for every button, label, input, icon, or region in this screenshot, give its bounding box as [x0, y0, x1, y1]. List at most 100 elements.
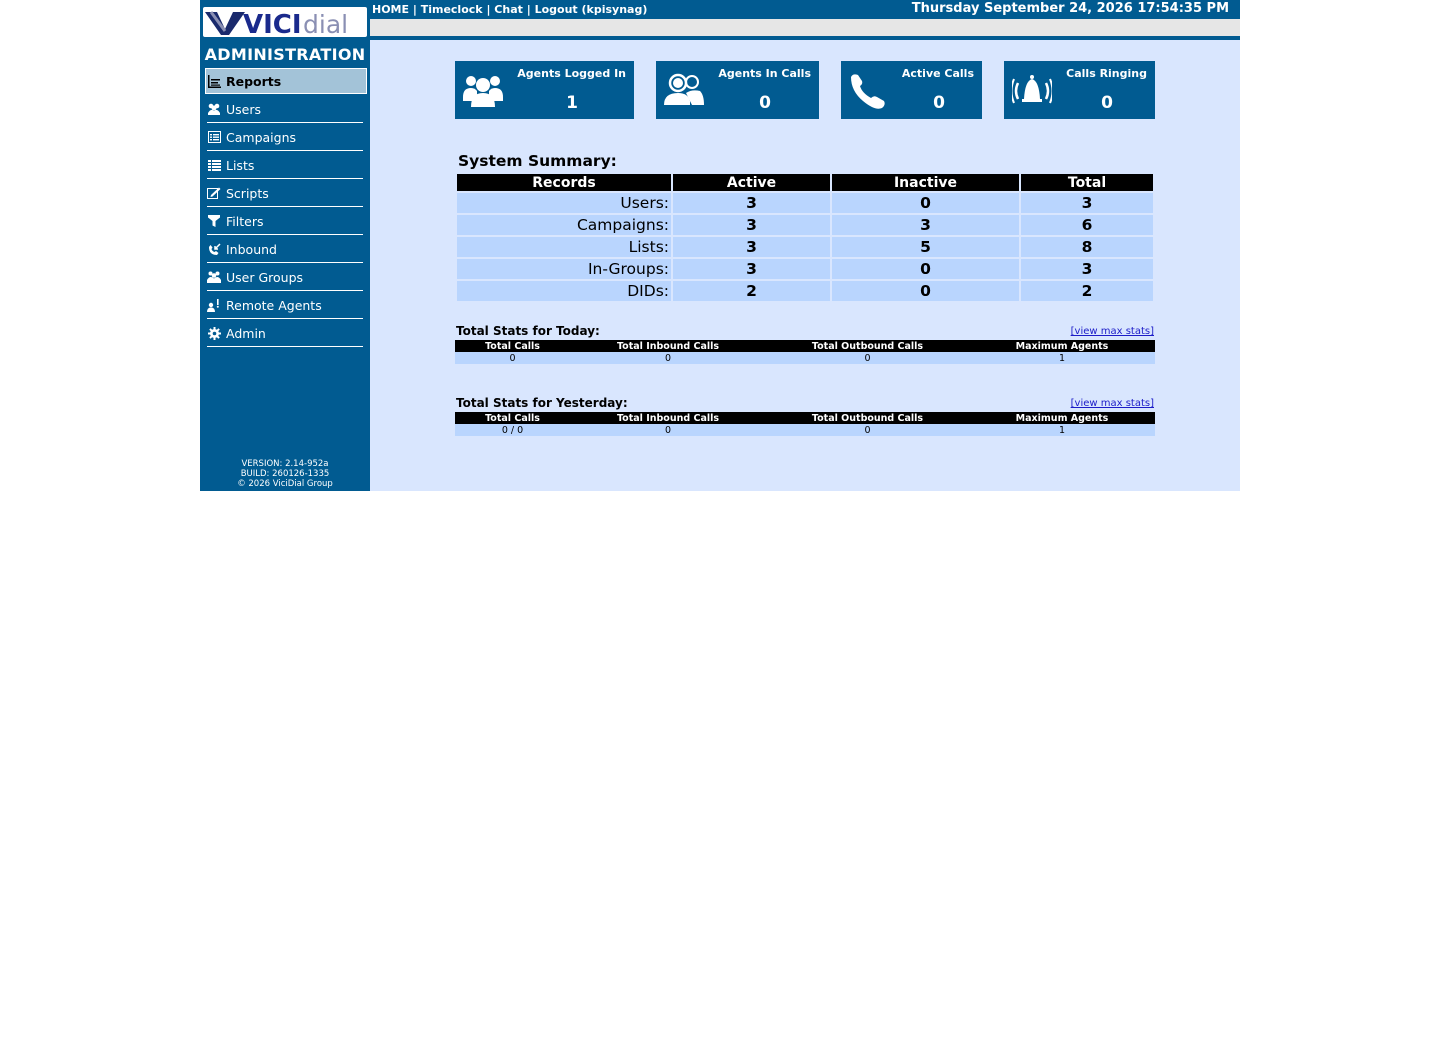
table-header-row: Records Active Inactive Total — [457, 174, 1153, 191]
inactive-count: 0 — [832, 259, 1019, 279]
total-count: 6 — [1021, 215, 1153, 235]
table-row: 0 0 0 1 — [455, 352, 1155, 364]
sidebar-item-remote-agents[interactable]: Remote Agents — [207, 292, 363, 319]
sidebar-item-lists[interactable]: Lists — [207, 152, 363, 179]
ringing-bell-icon — [1010, 73, 1054, 111]
column-header: Total — [1021, 174, 1153, 191]
total-calls-value: 0 / 0 — [455, 424, 570, 436]
stat-label: Agents Logged In — [517, 67, 626, 80]
total-calls-value: 0 — [455, 352, 570, 364]
vicidial-logo[interactable]: VICI dial — [203, 7, 367, 37]
stat-label: Agents In Calls — [718, 67, 811, 80]
sidebar-item-label: Campaigns — [226, 129, 297, 145]
column-header: Total Outbound Calls — [766, 412, 969, 424]
column-header: Maximum Agents — [969, 340, 1155, 352]
outbound-calls-value: 0 — [766, 424, 969, 436]
active-count: 2 — [673, 281, 830, 301]
sidebar-item-label: User Groups — [226, 269, 304, 285]
chat-link[interactable]: Chat — [494, 3, 523, 16]
total-count: 3 — [1021, 193, 1153, 213]
remote-agents-icon — [207, 298, 221, 312]
sidebar-item-label: Reports — [226, 73, 282, 89]
yesterday-stats-title: Total Stats for Yesterday: — [456, 396, 628, 410]
inbound-calls-value: 0 — [570, 424, 766, 436]
column-header: Total Calls — [455, 340, 570, 352]
active-count: 3 — [673, 237, 830, 257]
version-info: VERSION: 2.14-952a BUILD: 260126-1335 © … — [200, 459, 370, 489]
active-count: 3 — [673, 259, 830, 279]
agents-in-calls-box[interactable]: Agents In Calls 0 — [656, 61, 819, 119]
home-link[interactable]: HOME — [372, 3, 409, 16]
yesterday-view-max-stats-link[interactable]: [view max stats] — [1071, 398, 1154, 409]
sidebar-item-scripts[interactable]: Scripts — [207, 180, 363, 207]
gear-icon — [207, 326, 221, 340]
inactive-count: 0 — [832, 193, 1019, 213]
table-row: DIDs: 2 0 2 — [457, 281, 1153, 301]
inactive-count: 0 — [832, 281, 1019, 301]
logout-link[interactable]: Logout (kpisynag) — [535, 3, 648, 16]
sidebar: VICI dial ADMINISTRATION Reports Users C… — [200, 0, 370, 491]
active-count: 3 — [673, 193, 830, 213]
top-links: HOME | Timeclock | Chat | Logout (kpisyn… — [372, 3, 647, 16]
admin-page: VICI dial ADMINISTRATION Reports Users C… — [200, 0, 1240, 491]
divider — [370, 36, 1240, 40]
sidebar-item-label: Admin — [226, 325, 266, 341]
table-row: Lists: 3 5 8 — [457, 237, 1153, 257]
logo-text-dial: dial — [303, 10, 348, 37]
stat-value: 0 — [933, 93, 945, 113]
table-row: Users: 3 0 3 — [457, 193, 1153, 213]
table-row: 0 / 0 0 0 1 — [455, 424, 1155, 436]
phone-icon — [849, 73, 889, 113]
today-stats-title: Total Stats for Today: — [456, 324, 600, 338]
sidebar-item-user-groups[interactable]: User Groups — [207, 264, 363, 291]
stat-value: 1 — [566, 93, 578, 113]
lists-icon — [207, 158, 221, 172]
agents-logged-in-box[interactable]: Agents Logged In 1 — [455, 61, 634, 119]
column-header: Records — [457, 174, 671, 191]
sidebar-item-filters[interactable]: Filters — [207, 208, 363, 235]
total-count: 2 — [1021, 281, 1153, 301]
inactive-count: 3 — [832, 215, 1019, 235]
timeclock-link[interactable]: Timeclock — [421, 3, 483, 16]
record-name[interactable]: DIDs: — [457, 281, 671, 301]
inbound-icon — [207, 242, 221, 256]
agents-headset-icon — [664, 73, 704, 111]
link-separator: | — [522, 3, 535, 16]
sidebar-item-label: Scripts — [226, 185, 269, 201]
active-calls-box[interactable]: Active Calls 0 — [841, 61, 982, 119]
sidebar-item-users[interactable]: Users — [207, 96, 363, 123]
sidebar-item-inbound[interactable]: Inbound — [207, 236, 363, 263]
administration-title: ADMINISTRATION — [204, 45, 366, 64]
agents-group-icon — [463, 73, 503, 111]
stat-value: 0 — [1101, 93, 1113, 113]
total-count: 8 — [1021, 237, 1153, 257]
stat-label: Calls Ringing — [1066, 67, 1147, 80]
column-header: Total Inbound Calls — [570, 412, 766, 424]
max-agents-value: 1 — [969, 424, 1155, 436]
user-groups-icon — [207, 270, 221, 284]
table-row: In-Groups: 3 0 3 — [457, 259, 1153, 279]
record-name[interactable]: In-Groups: — [457, 259, 671, 279]
record-name[interactable]: Users: — [457, 193, 671, 213]
outbound-calls-value: 0 — [766, 352, 969, 364]
sidebar-item-admin[interactable]: Admin — [207, 320, 363, 347]
column-header: Total Inbound Calls — [570, 340, 766, 352]
top-bar: HOME | Timeclock | Chat | Logout (kpisyn… — [370, 0, 1240, 19]
sidebar-item-reports[interactable]: Reports — [205, 68, 367, 94]
logo-text-vici: VICI — [243, 10, 302, 37]
calls-ringing-box[interactable]: Calls Ringing 0 — [1004, 61, 1155, 119]
record-name[interactable]: Lists: — [457, 237, 671, 257]
inbound-calls-value: 0 — [570, 352, 766, 364]
column-header: Inactive — [832, 174, 1019, 191]
today-view-max-stats-link[interactable]: [view max stats] — [1071, 326, 1154, 337]
table-row: Campaigns: 3 3 6 — [457, 215, 1153, 235]
sidebar-item-campaigns[interactable]: Campaigns — [207, 124, 363, 151]
table-header-row: Total Calls Total Inbound Calls Total Ou… — [455, 412, 1155, 424]
link-separator: | — [482, 3, 495, 16]
table-header-row: Total Calls Total Inbound Calls Total Ou… — [455, 340, 1155, 352]
build-text: BUILD: 260126-1335 — [240, 469, 330, 479]
stat-label: Active Calls — [901, 67, 974, 80]
column-header: Total Calls — [455, 412, 570, 424]
record-name[interactable]: Campaigns: — [457, 215, 671, 235]
column-header: Total Outbound Calls — [766, 340, 969, 352]
